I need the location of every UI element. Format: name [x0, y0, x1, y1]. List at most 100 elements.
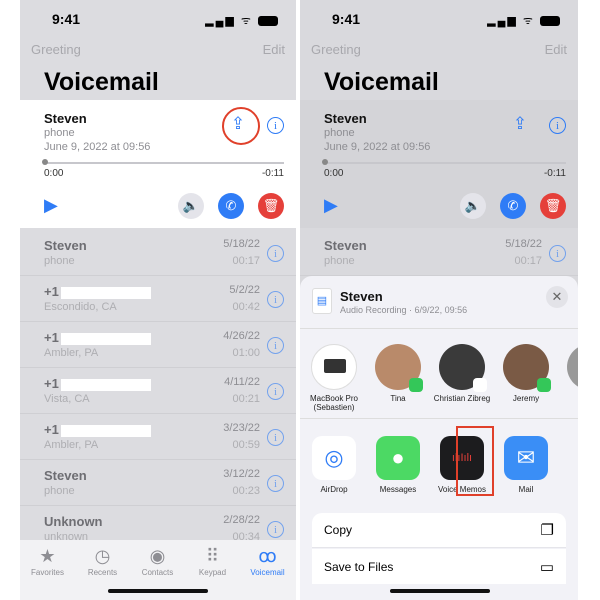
redaction	[60, 332, 151, 345]
tab-label: Keypad	[198, 568, 227, 577]
playback-scrubber[interactable]	[44, 162, 284, 164]
voicemail-row[interactable]: +1 Ambler, PA 3/23/22 00:59 i	[20, 414, 296, 460]
caller-name: Steven	[324, 111, 367, 126]
info-button[interactable]: i	[267, 383, 284, 400]
home-indicator	[390, 589, 490, 593]
info-button[interactable]: i	[267, 117, 284, 134]
voicemail-date: 4/11/22	[224, 376, 260, 388]
share-title: Steven	[340, 289, 383, 304]
caller-location: Ambler, PA	[44, 347, 99, 359]
greeting-button[interactable]: Greeting	[311, 42, 361, 57]
contact-name: Jeremy	[512, 394, 540, 403]
status-icons: ▂▄▆ ᯤ	[487, 13, 560, 28]
call-back-button[interactable]: ✆	[500, 193, 526, 219]
share-app-airdrop[interactable]: ◎ AirDrop	[302, 436, 366, 494]
voicemail-date: 5/18/22	[505, 238, 542, 250]
info-button[interactable]: i	[267, 429, 284, 446]
app-name: AirDrop	[320, 485, 348, 494]
scrubber-handle[interactable]	[322, 159, 328, 165]
scrubber-handle[interactable]	[42, 159, 48, 165]
avatar	[503, 344, 551, 392]
voicemail-row[interactable]: +1 Ambler, PA 4/26/22 01:00 i	[20, 322, 296, 368]
caller-label: phone	[44, 127, 75, 139]
info-button[interactable]: i	[267, 475, 284, 492]
action-label: Copy	[324, 523, 353, 537]
call-back-button[interactable]: ✆	[218, 193, 244, 219]
voicemail-date: June 9, 2022 at 09:56	[324, 141, 431, 153]
avatar	[375, 344, 423, 392]
share-button[interactable]: ⇪	[508, 114, 532, 138]
page-title: Voicemail	[44, 68, 159, 96]
keypad-icon: ⠿	[205, 546, 220, 566]
action-save-to-files[interactable]: Save to Files ▭	[312, 549, 566, 584]
mail-icon: ✉	[504, 436, 548, 480]
tab-favorites[interactable]: ★ Favorites	[20, 546, 75, 577]
contact-name: MacBook Pro (Sebastien)	[309, 394, 359, 412]
voicemail-duration: 00:23	[232, 485, 260, 497]
play-button[interactable]: ▶	[324, 195, 338, 216]
contact-name: Tina	[390, 394, 406, 403]
greeting-button[interactable]: Greeting	[31, 42, 81, 57]
share-contact[interactable]: Jeremy	[494, 344, 558, 403]
close-button[interactable]: ✕	[546, 286, 568, 308]
tab-recents[interactable]: ◷ Recents	[75, 546, 130, 577]
caller-name: +1	[44, 330, 151, 345]
share-contact[interactable]: MacBook Pro (Sebastien)	[302, 344, 366, 412]
voicemail-date: 5/18/22	[223, 238, 260, 250]
voicemail-duration: 00:17	[232, 255, 260, 267]
caller-name: +1	[44, 284, 151, 299]
voicemail-duration: 00:21	[232, 393, 260, 405]
tab-label: Voicemail	[250, 568, 285, 577]
status-time: 9:41	[52, 11, 81, 27]
avatar	[567, 344, 578, 390]
info-button[interactable]: i	[549, 117, 566, 134]
voicemail-row[interactable]: +1 Escondido, CA 5/2/22 00:42 i	[20, 276, 296, 322]
speaker-button[interactable]: 🔈	[178, 193, 204, 219]
expanded-voicemail: Steven phone June 9, 2022 at 09:56 ⇪ i	[300, 100, 578, 228]
voicemail-duration: 00:42	[232, 301, 260, 313]
tab-label: Contacts	[141, 568, 174, 577]
caller-name: Unknown	[44, 514, 103, 529]
share-app-messages[interactable]: ● Messages	[366, 436, 430, 494]
share-contact[interactable]: Tina	[366, 344, 430, 403]
caller-label: phone	[324, 127, 355, 139]
edit-button[interactable]: Edit	[545, 42, 567, 57]
airdrop-icon: ◎	[312, 436, 356, 480]
audio-file-icon: ▤	[312, 288, 332, 314]
voicemail-row[interactable]: +1 Vista, CA 4/11/22 00:21 i	[20, 368, 296, 414]
info-button[interactable]: i	[267, 291, 284, 308]
delete-button[interactable]: 🗑	[258, 193, 284, 219]
action-copy[interactable]: Copy ❐	[312, 513, 566, 548]
caller-name: +1	[44, 376, 151, 391]
caller-name: Steven	[44, 468, 87, 483]
speaker-button[interactable]: 🔈	[460, 193, 486, 219]
voicemail-duration: 00:59	[232, 439, 260, 451]
caller-name: Steven	[324, 238, 367, 253]
clock-icon: ◷	[94, 546, 111, 566]
share-screen: 9:41 ▂▄▆ ᯤ Greeting Edit Voicemail Steve…	[300, 0, 578, 600]
share-app-mail[interactable]: ✉ Mail	[494, 436, 558, 494]
info-button[interactable]: i	[549, 245, 566, 262]
voicemail-date: 4/26/22	[223, 330, 260, 342]
voicemail-row[interactable]: Steven phone 3/12/22 00:23 i	[20, 460, 296, 506]
share-contact[interactable]: Christian Zibreg	[430, 344, 494, 403]
caller-location: Escondido, CA	[44, 301, 117, 313]
edit-button[interactable]: Edit	[263, 42, 285, 57]
share-contact[interactable]: Ob	[558, 344, 578, 403]
voicemail-row[interactable]: Steven phone 5/18/22 00:17 i	[300, 230, 578, 276]
tab-contacts[interactable]: ◉ Contacts	[130, 546, 185, 577]
voicemail-row[interactable]: Steven phone 5/18/22 00:17 i	[20, 230, 296, 276]
play-button[interactable]: ▶	[44, 195, 58, 216]
elapsed-time: 0:00	[324, 168, 344, 179]
app-name: Messages	[379, 485, 417, 494]
info-button[interactable]: i	[267, 245, 284, 262]
delete-button[interactable]: 🗑	[540, 193, 566, 219]
info-button[interactable]: i	[267, 521, 284, 538]
caller-location: phone	[44, 485, 75, 497]
voicemail-date: 3/12/22	[223, 468, 260, 480]
tab-voicemail[interactable]: ꝏ Voicemail	[240, 546, 295, 577]
action-label: Save to Files	[324, 559, 394, 574]
tab-keypad[interactable]: ⠿ Keypad	[185, 546, 240, 577]
playback-scrubber[interactable]	[324, 162, 566, 164]
info-button[interactable]: i	[267, 337, 284, 354]
